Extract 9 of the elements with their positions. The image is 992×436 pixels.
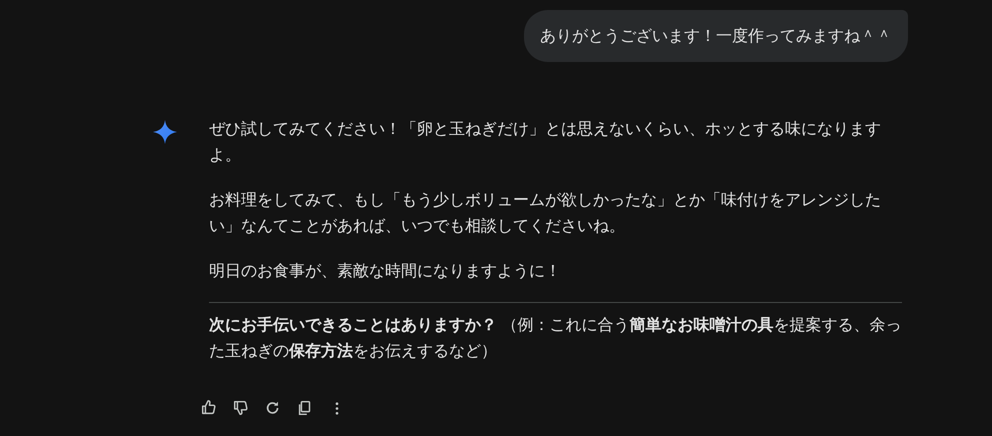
more-icon xyxy=(335,402,339,414)
response-paragraph: お料理をしてみて、もし「もう少しボリュームが欲しかったな」とか「味付けをアレンジしたい」なんてことがあれば、いつでも相談してくださいね。 xyxy=(209,190,882,237)
response-paragraph: 明日のお食事が、素敵な時間になりますように！ xyxy=(209,262,562,282)
thumbs-up-icon xyxy=(200,399,218,417)
thumbs-down-icon xyxy=(232,399,250,417)
follow-up-question: 次にお手伝いできることはありますか？ （例：これに合う簡単なお味噌汁の具を提案する、余った玉ねぎの保存方法をお伝えするなど） xyxy=(209,315,902,362)
user-message: ありがとうございます！一度作ってみますね＾＾ xyxy=(524,10,908,62)
response-paragraph: ぜひ試してみてください！「卵と玉ねぎだけ」とは思えないくらい、ホッとする味になりますよ。 xyxy=(209,120,882,166)
sparkle-icon xyxy=(152,119,178,145)
